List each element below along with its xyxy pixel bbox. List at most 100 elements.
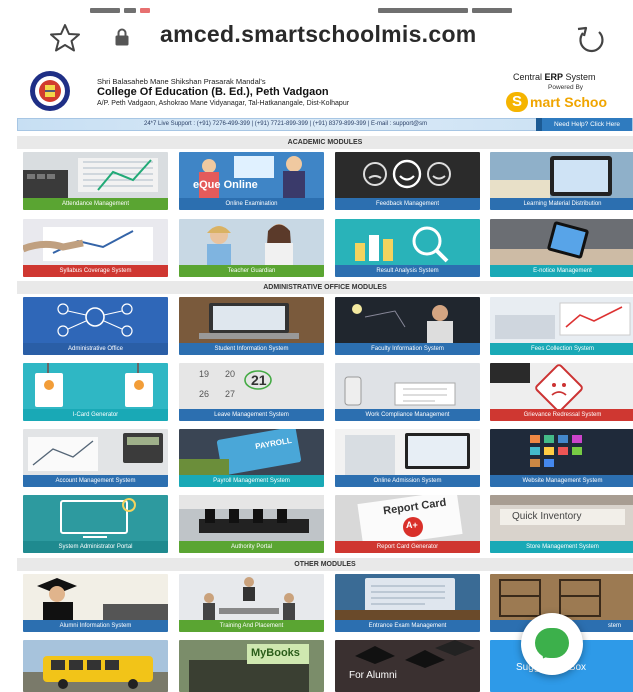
sysadmin-art — [23, 495, 168, 541]
tile-alumni-info[interactable]: Alumni Information System — [23, 574, 168, 632]
svg-text:19: 19 — [199, 369, 209, 379]
tile-label: Attendance Management — [23, 198, 168, 210]
tile-label: Administrative Office — [23, 343, 168, 355]
tile-online-admission[interactable]: Online Admission System — [335, 429, 480, 487]
site-header: Shri Balasaheb Mane Shikshan Prasarak Ma… — [13, 64, 633, 116]
grievance-art — [490, 363, 633, 409]
tile-label: Online Admission System — [335, 475, 480, 487]
tile-learning[interactable]: Learning Material Distribution — [490, 152, 633, 210]
tile-label: Work Compliance Management — [335, 409, 480, 421]
tile-label: Faculty Information System — [335, 343, 480, 355]
tile-admin-office[interactable]: Administrative Office — [23, 297, 168, 355]
tile-website[interactable]: Website Management System — [490, 429, 633, 487]
brand-logo[interactable]: S mart Schoo — [506, 92, 633, 114]
training-art — [179, 574, 324, 620]
teacher-guardian-art — [179, 219, 324, 265]
tile-feedback[interactable]: Feedback Management — [335, 152, 480, 210]
tile-online-exam[interactable]: eQue Online Online Examination — [179, 152, 324, 210]
tile-label: Leave Management System — [179, 409, 324, 421]
payroll-art — [179, 429, 324, 475]
fees-art — [490, 297, 633, 343]
tile-fees[interactable]: Fees Collection System — [490, 297, 633, 355]
tile-transport[interactable] — [23, 640, 168, 692]
tile-enotice[interactable]: E-notice Management — [490, 219, 633, 277]
online-exam-art-text: eQue Online — [193, 179, 258, 191]
erp-title: Central ERP System — [513, 72, 596, 82]
tile-teacher-guardian[interactable]: Teacher Guardian — [179, 219, 324, 277]
tile-result[interactable]: Result Analysis System — [335, 219, 480, 277]
tile-sysadmin[interactable]: System Administrator Portal — [23, 495, 168, 553]
tile-label: Grievance Redressal System — [490, 409, 633, 421]
tile-training[interactable]: Training And Placement — [179, 574, 324, 632]
result-art — [335, 219, 480, 265]
learning-art — [490, 152, 633, 198]
help-button[interactable]: Need Help? Click Here — [536, 118, 632, 131]
tile-for-alumni[interactable]: For Alumni — [335, 640, 480, 692]
tile-entrance[interactable]: Entrance Exam Management — [335, 574, 480, 632]
tile-student-info[interactable]: Student Information System — [179, 297, 324, 355]
erp-prefix: Central — [513, 72, 545, 82]
tile-store[interactable]: Quick Inventory Store Management System — [490, 495, 633, 553]
faculty-info-art — [335, 297, 480, 343]
tile-report-card[interactable]: Report Card A+ Report Card Generator — [335, 495, 480, 553]
status-bar-fragment — [90, 0, 550, 13]
tile-authority[interactable]: Authority Portal — [179, 495, 324, 553]
url-text[interactable]: amced.smartschoolmis.com — [160, 21, 477, 48]
tile-work-compliance[interactable]: Work Compliance Management — [335, 363, 480, 421]
tile-attendance[interactable]: Attendance Management — [23, 152, 168, 210]
whatsapp-chat-button[interactable] — [521, 613, 583, 675]
tile-label: E-notice Management — [490, 265, 633, 277]
authority-art — [179, 495, 324, 541]
tile-account[interactable]: Account Management System — [23, 429, 168, 487]
svg-text:27: 27 — [225, 389, 235, 399]
tile-payroll[interactable]: PAYROLL Payroll Management System — [179, 429, 324, 487]
tile-label: Account Management System — [23, 475, 168, 487]
student-info-art — [179, 297, 324, 343]
attendance-art — [23, 152, 168, 198]
tile-label: Syllabus Coverage System — [23, 265, 168, 277]
tile-icard[interactable]: I-Card Generator — [23, 363, 168, 421]
tile-faculty-info[interactable]: Faculty Information System — [335, 297, 480, 355]
online-exam-art — [179, 152, 324, 198]
web-page: Shri Balasaheb Mane Shikshan Prasarak Ma… — [13, 64, 633, 692]
brand-initial: S — [506, 92, 528, 112]
tile-label: Website Management System — [490, 475, 633, 487]
section-other: OTHER MODULES — [17, 558, 633, 571]
tile-label: Teacher Guardian — [179, 265, 324, 277]
tile-label: Online Examination — [179, 198, 324, 210]
icard-art — [23, 363, 168, 409]
enotice-art — [490, 219, 633, 265]
brand-text: mart Schoo — [530, 94, 608, 110]
powered-by: Powered By — [548, 84, 584, 91]
college-logo[interactable] — [17, 70, 83, 112]
browser-address-bar: amced.smartschoolmis.com — [0, 0, 633, 62]
support-text: 24*7 Live Support : (+91) 7276-499-399 |… — [144, 121, 428, 127]
section-administrative: ADMINISTRATIVE OFFICE MODULES — [17, 281, 633, 294]
report-card-grade: A+ — [406, 520, 418, 530]
tile-syllabus[interactable]: Syllabus Coverage System — [23, 219, 168, 277]
tile-label: I-Card Generator — [23, 409, 168, 421]
tile-label: Entrance Exam Management — [335, 620, 480, 632]
online-admission-art — [335, 429, 480, 475]
tile-label: Alumni Information System — [23, 620, 168, 632]
website-art — [490, 429, 633, 475]
entrance-art — [335, 574, 480, 620]
leave-art: 19 20 21 26 27 — [179, 363, 324, 409]
support-strip: 24*7 Live Support : (+91) 7276-499-399 |… — [17, 118, 633, 131]
for-alumni-art — [335, 640, 480, 692]
feedback-art — [335, 152, 480, 198]
college-name: College Of Education (B. Ed.), Peth Vadg… — [97, 86, 329, 98]
svg-text:20: 20 — [225, 369, 235, 379]
tile-library[interactable]: MyBooks — [179, 640, 324, 692]
tile-label: Student Information System — [179, 343, 324, 355]
tile-leave[interactable]: 19 20 21 26 27 Leave Management System — [179, 363, 324, 421]
for-alumni-art-text: For Alumni — [349, 670, 397, 681]
reload-icon[interactable] — [574, 24, 608, 54]
alumni-info-art — [23, 574, 168, 620]
section-academic: ACADEMIC MODULES — [17, 136, 633, 149]
chat-bubble-icon — [535, 628, 569, 658]
mybooks-art-text: MyBooks — [251, 647, 300, 659]
svg-text:26: 26 — [199, 389, 209, 399]
tile-grievance[interactable]: Grievance Redressal System — [490, 363, 633, 421]
bookmark-star-icon[interactable] — [48, 22, 82, 52]
